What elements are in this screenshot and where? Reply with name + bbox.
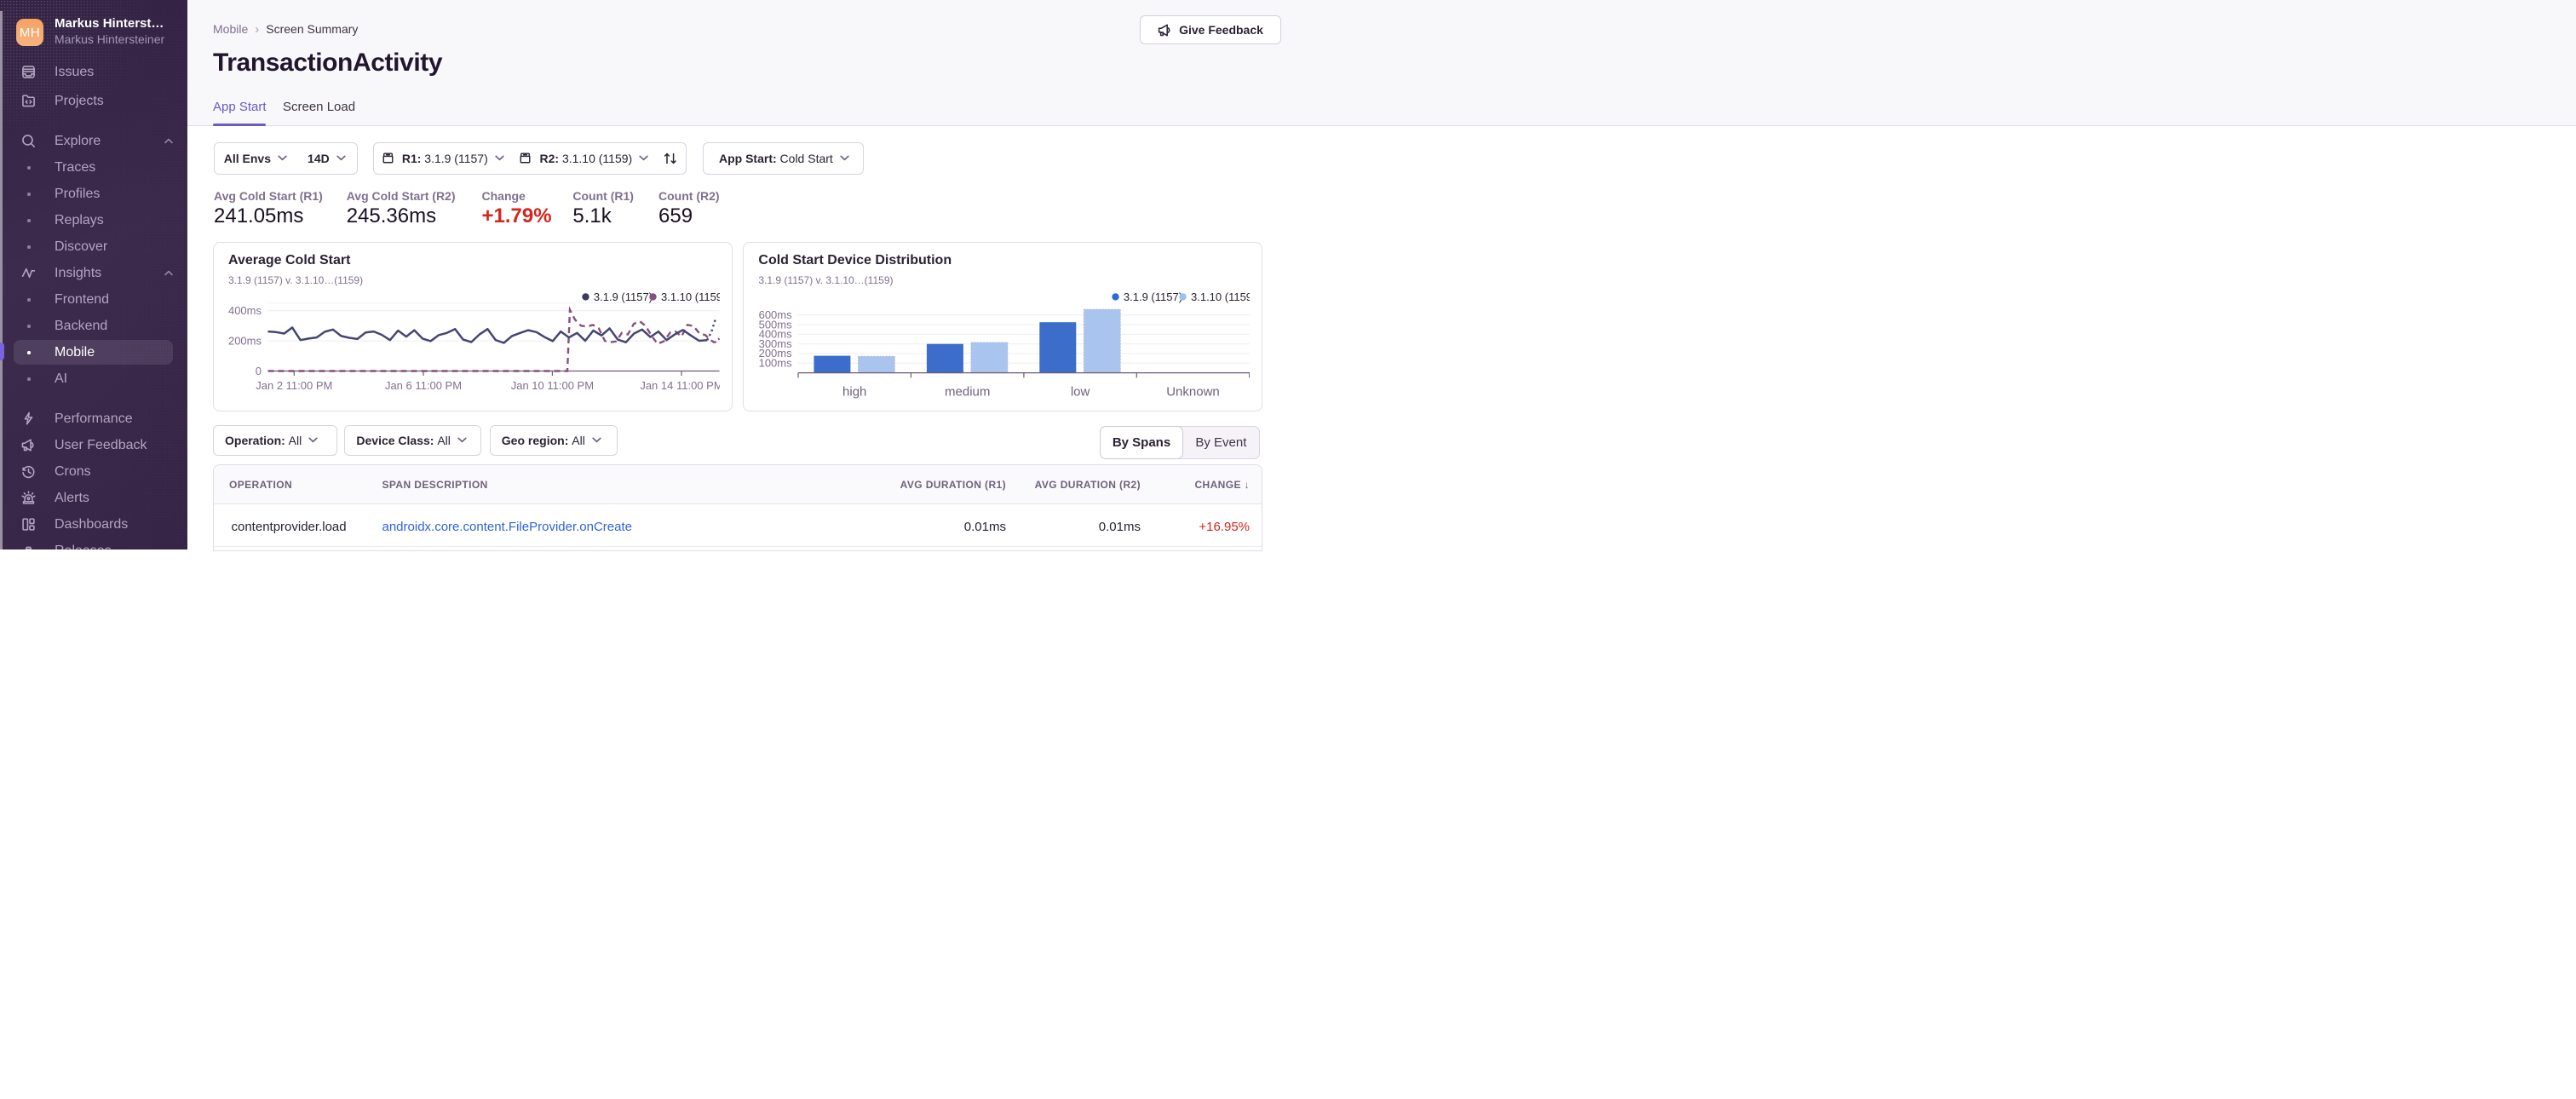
svg-text:3.1.9 (1157): 3.1.9 (1157)	[594, 291, 653, 303]
svg-text:Jan 10 11:00 PM: Jan 10 11:00 PM	[511, 379, 594, 392]
svg-text:3.1.9 (1157): 3.1.9 (1157)	[1124, 291, 1182, 303]
svg-text:medium: medium	[945, 385, 990, 400]
svg-text:Jan 14 11:00 PM: Jan 14 11:00 PM	[640, 379, 720, 392]
svg-text:400ms: 400ms	[228, 304, 262, 317]
svg-text:100ms: 100ms	[759, 357, 793, 370]
svg-text:3.1.10 (1159): 3.1.10 (1159)	[1191, 291, 1250, 303]
svg-text:high: high	[842, 385, 866, 400]
svg-text:200ms: 200ms	[228, 335, 262, 348]
svg-text:Jan 2 11:00 PM: Jan 2 11:00 PM	[256, 379, 332, 392]
svg-text:0: 0	[256, 365, 262, 377]
svg-text:Unknown: Unknown	[1167, 385, 1221, 400]
svg-text:3.1.10 (1159): 3.1.10 (1159)	[661, 291, 720, 303]
svg-text:low: low	[1071, 385, 1090, 400]
svg-text:Jan 6 11:00 PM: Jan 6 11:00 PM	[385, 379, 462, 392]
